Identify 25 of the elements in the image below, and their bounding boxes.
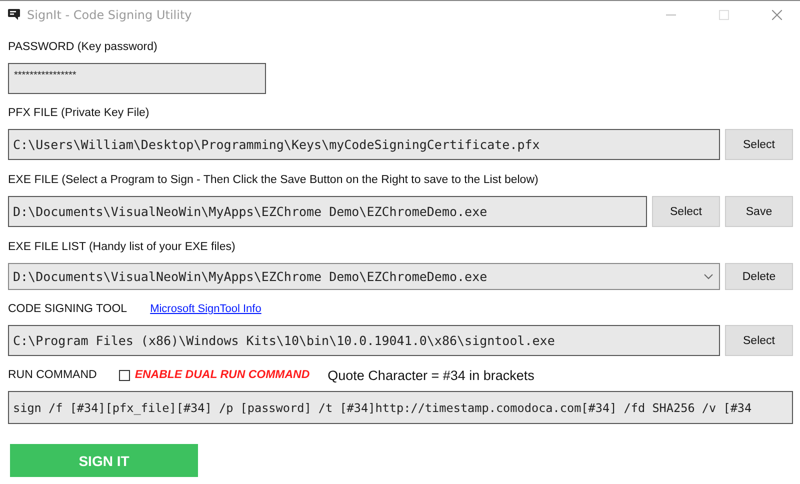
checkbox[interactable]	[118, 370, 130, 380]
chevron-icon	[704, 274, 713, 280]
field-label: PASSWORD (Key password)	[8, 41, 158, 53]
input-field[interactable]: C:\Users\William\Desktop\Programming\Keys\myCodeSigningCertificate.pfx	[8, 129, 720, 160]
close-icon[interactable]	[772, 10, 782, 20]
link[interactable]: Microsoft SignTool Info	[150, 303, 262, 315]
field-label: CODE SIGNING TOOL	[8, 303, 128, 315]
dropdown[interactable]: D:\Documents\VisualNeoWin\MyApps\EZChrome Demo\EZChromeDemo.exe	[8, 263, 720, 290]
select-button[interactable]: Select	[652, 196, 720, 227]
field-label: EXE FILE LIST (Handy list of your EXE files)	[8, 240, 236, 252]
checkbox-label[interactable]: ENABLE DUAL RUN COMMAND	[134, 369, 310, 381]
delete-button[interactable]: Delete	[725, 263, 793, 290]
field-label: PFX FILE (Private Key File)	[8, 107, 150, 119]
select-button[interactable]: Select	[725, 129, 793, 160]
field-label: RUN COMMAND	[8, 369, 97, 381]
input-field[interactable]: D:\Documents\VisualNeoWin\MyApps\EZChrome Demo\EZChromeDemo.exe	[8, 196, 647, 227]
quote-note: Quote Character = #34 in brackets	[328, 368, 534, 382]
select-button[interactable]: Select	[725, 325, 793, 356]
app-icon	[8, 9, 20, 20]
password-field[interactable]: ****************	[8, 63, 266, 94]
save-button[interactable]: Save	[725, 196, 793, 227]
command-field[interactable]: sign /f [#34][pfx_file][#34] /p [password] /t [#34]http://timestamp.comodoca.com[#34] /fd SHA256 /v [#34	[8, 391, 793, 424]
field-label: EXE FILE (Select a Program to Sign - Then Click the Save Button on the Right to save to the List below)	[8, 174, 538, 186]
input-field[interactable]: C:\Program Files (x86)\Windows Kits\10\bin\10.0.19041.0\x86\signtool.exe	[8, 325, 720, 356]
window-title: SignIt - Code Signing Utility	[27, 8, 192, 22]
